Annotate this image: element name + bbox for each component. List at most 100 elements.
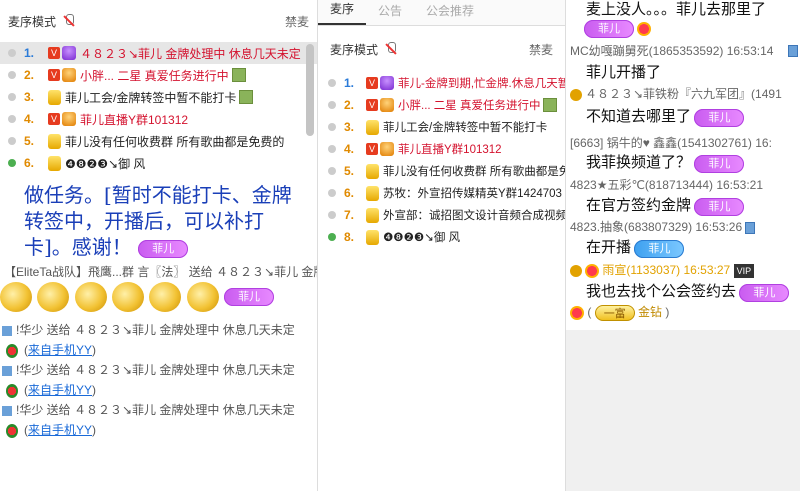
- gold-rose-icon: [37, 282, 70, 312]
- mic-mode-label: 麦序模式: [8, 14, 57, 29]
- chat-sender-meta: ( 一富 金钻 ): [566, 304, 669, 321]
- queue-item[interactable]: 3. 菲儿工会/金牌转签中暂不能打卡: [318, 116, 565, 138]
- public-chat-area: 做任务。[暂时不能打卡、金牌转签中，开播后，可以补打卡]。感谢！ 菲儿 【Eli…: [0, 180, 317, 491]
- yellow-vest-icon: [366, 207, 379, 223]
- chat-sender-meta: MC幼嘎蹦舅死(1865353592) 16:53:14: [570, 44, 774, 58]
- chat-message-row: 不知道去哪里了 菲儿: [586, 107, 745, 127]
- status-dot: [328, 123, 336, 131]
- heart-badge-icon: [570, 305, 584, 320]
- fan-badge: 菲儿: [694, 108, 745, 127]
- queue-name: ❹❽❷❸↘御 风: [383, 232, 461, 244]
- ban-mic-button[interactable]: 禁麦: [529, 41, 553, 58]
- queue-item[interactable]: 4. V 菲儿直播Y群101312: [0, 108, 317, 130]
- wealth-level-badge: 一富: [594, 304, 635, 321]
- yellow-vest-icon: [366, 119, 379, 135]
- mic-mode-label: 麦序模式: [330, 42, 379, 57]
- status-dot: [8, 137, 16, 145]
- gold-rose-icon: [74, 282, 107, 312]
- badge-row: 菲儿: [584, 20, 652, 38]
- mic-muted-icon[interactable]: [62, 13, 76, 29]
- queue-name: 外宣部：诚招图文设计音频合成视频: [383, 210, 565, 222]
- queue-item[interactable]: 5. 菲儿没有任何收费群 所有歌曲都是免费的: [0, 130, 317, 152]
- queue-number: 1.: [344, 76, 355, 90]
- chat-message: 我菲换频道了？: [586, 154, 692, 171]
- sender-text: 雨宣(1133037) 16:53:27: [602, 263, 731, 277]
- mic-queue-list: 1. V 菲儿-金牌到期,忙金牌.休息几天暂定 2. V 小胖... 二星 真爱…: [318, 72, 565, 248]
- queue-item[interactable]: 4. V 菲儿直播Y群101312: [318, 138, 565, 160]
- queue-name: ❹❽❷❸↘御 风: [65, 156, 146, 171]
- mic-mode-bar: 麦序模式 禁麦: [318, 26, 565, 72]
- queue-item[interactable]: 8. ❹❽❷❸↘御 风: [318, 226, 565, 248]
- status-dot: [8, 71, 16, 79]
- status-dot: [8, 49, 16, 57]
- queue-item[interactable]: 5. 菲儿没有任何收费群 所有歌曲都是免费: [318, 160, 565, 182]
- phone-icon: [2, 405, 12, 416]
- orange-crown-icon: [380, 142, 394, 156]
- ban-mic-button[interactable]: 禁麦: [285, 13, 309, 30]
- status-dot: [328, 145, 336, 153]
- queue-name: 菲儿没有任何收费群 所有歌曲都是免费的: [65, 134, 285, 149]
- mobile-link[interactable]: 来自手机YY: [28, 423, 92, 437]
- fan-badge: 菲儿: [739, 283, 790, 302]
- chat-sender-meta: ４８２３↘菲铁粉『六九军团』(1491: [566, 86, 782, 102]
- queue-item[interactable]: 2. V 小胖... 二星 真爱任务进行中: [0, 64, 317, 86]
- avatar-icon: [239, 90, 254, 104]
- queue-number: 3.: [344, 120, 355, 134]
- queue-item[interactable]: 7. 外宣部：诚招图文设计音频合成视频: [318, 204, 565, 226]
- red-rose-icon: [6, 343, 18, 358]
- mobile-link[interactable]: 来自手机YY: [28, 343, 92, 357]
- queue-number: 4.: [24, 112, 35, 126]
- queue-item[interactable]: 6. 苏牧：外宣招传媒精英Y群1424703: [318, 182, 565, 204]
- tag-prefix: (: [587, 305, 592, 319]
- orange-crown-icon: [62, 112, 76, 126]
- tab-bar: 麦序 公告 公会推荐: [318, 0, 565, 26]
- gold-rose-icon: [112, 282, 145, 312]
- status-dot-online: [8, 159, 16, 167]
- status-dot: [328, 189, 336, 197]
- level-star-icon: [570, 88, 582, 101]
- chat-sender-meta: 雨宣(1133037) 16:53:27 VIP: [566, 262, 755, 278]
- sender-text: 4823.抽象(683807329) 16:53:26: [570, 220, 743, 234]
- fan-badge: 菲儿: [694, 154, 745, 173]
- fan-badge: 菲儿: [584, 20, 634, 38]
- queue-name: 菲儿没有任何收费群 所有歌曲都是免费: [383, 166, 565, 178]
- gift-notice-text: !华少 送给 ４８２３↘菲儿 金牌处理中 休息几天未定: [16, 363, 295, 377]
- gift-notice-text: !华少 送给 ４８２３↘菲儿 金牌处理中 休息几天未定: [16, 323, 295, 337]
- queue-number: 1.: [24, 46, 35, 60]
- queue-number: 8.: [344, 230, 355, 244]
- v-badge-icon: V: [48, 69, 60, 81]
- queue-item[interactable]: 3. 菲儿工会/金牌转签中暂不能打卡: [0, 86, 317, 108]
- v-badge-icon: V: [366, 77, 378, 89]
- queue-name: 菲儿-金牌到期,忙金牌.休息几天暂定: [398, 78, 565, 90]
- status-dot: [328, 211, 336, 219]
- gift-message: 【EliteTa战队】飛鹰...群 言〖法〗 送给 ４８２３↘菲儿 金牌处理中 …: [4, 265, 317, 279]
- yellow-vest-icon: [48, 155, 61, 171]
- tab-guild-recommend[interactable]: 公会推荐: [414, 2, 486, 25]
- queue-item[interactable]: 1. V ４８２３↘菲儿 金牌处理中 休息几天未定: [0, 42, 317, 64]
- chat-message-row: 我菲换频道了？ 菲儿: [586, 153, 745, 173]
- mobile-link[interactable]: 来自手机YY: [28, 383, 92, 397]
- queue-number: 7.: [344, 208, 355, 222]
- queue-number: 6.: [24, 156, 35, 170]
- chat-sender-meta: 4823.抽象(683807329) 16:53:26: [566, 219, 756, 235]
- queue-name: ４８２３↘菲儿 金牌处理中 休息几天未定: [80, 46, 301, 61]
- queue-item[interactable]: 2. V 小胖... 二星 真爱任务进行中: [318, 94, 565, 116]
- chat-message: 做任务。[暂时不能打卡、金牌转签中，开播后，可以补打卡]。感谢！ 菲儿: [0, 180, 317, 260]
- queue-item[interactable]: 6. ❹❽❷❸↘御 风: [0, 152, 317, 174]
- queue-name: 菲儿工会/金牌转签中暂不能打卡: [65, 90, 237, 105]
- chat-message-row: 我也去找个公会签约去 菲儿: [586, 282, 790, 302]
- avatar-icon: [231, 68, 246, 82]
- orange-crown-icon: [62, 68, 76, 82]
- tab-announcement[interactable]: 公告: [366, 2, 414, 25]
- purple-crown-icon: [62, 46, 76, 60]
- queue-scrollbar[interactable]: [306, 44, 314, 136]
- yy-channel-window: 麦序模式 禁麦 1. V ４８２３↘菲儿 金牌处理中 休息几天未定 2. V 小…: [0, 0, 800, 491]
- chat-sender-meta: [6663] 锅牛的♥ 鑫鑫(1541302761) 16:: [570, 136, 772, 150]
- queue-item[interactable]: 1. V 菲儿-金牌到期,忙金牌.休息几天暂定: [318, 72, 565, 94]
- mic-muted-icon[interactable]: [384, 41, 398, 57]
- crown-icon: [585, 263, 599, 278]
- tab-mic-queue[interactable]: 麦序: [318, 0, 367, 25]
- left-panel: 麦序模式 禁麦 1. V ４８２３↘菲儿 金牌处理中 休息几天未定 2. V 小…: [0, 0, 318, 491]
- right-chat-panel: 麦上没人。。。菲儿去那里了 菲儿 MC幼嘎蹦舅死(1865353592) 16:…: [566, 0, 800, 491]
- chat-input-area[interactable]: [566, 330, 800, 491]
